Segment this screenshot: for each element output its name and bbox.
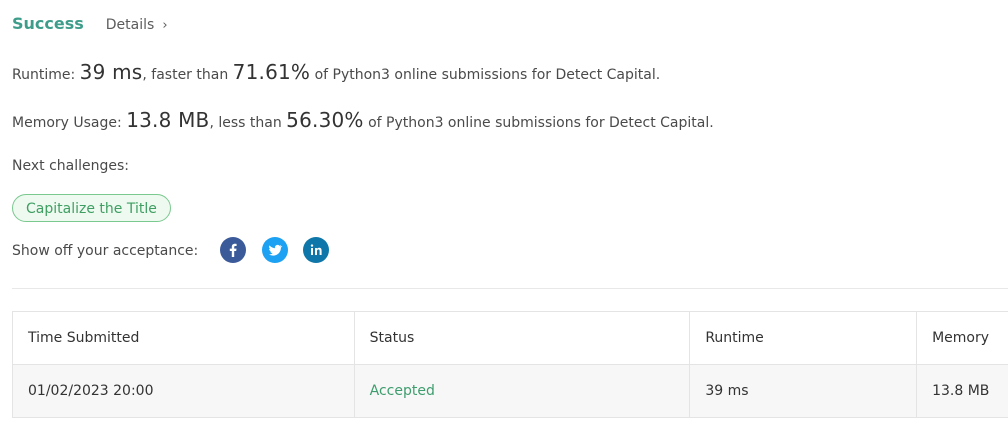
memory-suffix: of Python3 online submissions for Detect… — [368, 115, 714, 131]
runtime-label: Runtime: — [12, 67, 76, 83]
memory-value: 13.8 MB — [126, 108, 210, 132]
table-header-row: Time Submitted Status Runtime Memory — [13, 312, 1008, 365]
twitter-icon[interactable] — [262, 237, 288, 263]
memory-label: Memory Usage: — [12, 115, 122, 131]
cell-status: Accepted — [355, 365, 691, 417]
facebook-icon[interactable] — [220, 237, 246, 263]
runtime-suffix: of Python3 online submissions for Detect… — [314, 67, 661, 83]
cell-time-submitted: 01/02/2023 20:00 — [13, 365, 355, 417]
column-header-memory[interactable]: Memory — [917, 312, 1008, 364]
memory-middle-text: , less than — [209, 115, 282, 131]
runtime-middle-text: , faster than — [142, 67, 229, 83]
details-link[interactable]: Details › — [106, 17, 168, 33]
submission-result-page: Success Details › Runtime: 39 ms, faster … — [0, 0, 1008, 439]
result-header: Success Details › — [12, 14, 168, 33]
chevron-right-icon: › — [162, 18, 168, 33]
challenge-button[interactable]: Capitalize the Title — [12, 194, 171, 222]
runtime-percent: 71.61% — [232, 60, 311, 84]
column-header-time[interactable]: Time Submitted — [13, 312, 355, 364]
runtime-summary: Runtime: 39 ms, faster than 71.61% of Py… — [12, 60, 660, 84]
runtime-value: 39 ms — [79, 60, 143, 84]
divider — [12, 288, 1008, 289]
memory-summary: Memory Usage: 13.8 MB, less than 56.30% … — [12, 108, 714, 132]
cell-memory: 13.8 MB — [932, 383, 990, 399]
memory-percent: 56.30% — [286, 108, 364, 132]
column-header-runtime[interactable]: Runtime — [690, 312, 918, 364]
share-label: Show off your acceptance: — [12, 243, 199, 259]
details-label: Details — [105, 17, 155, 33]
submissions-table: Time Submitted Status Runtime Memory 01/… — [12, 311, 1008, 418]
linkedin-icon[interactable] — [303, 237, 329, 263]
success-status: Success — [12, 14, 84, 33]
cell-runtime: 39 ms — [690, 365, 918, 417]
accepted-link[interactable]: Accepted — [370, 383, 435, 399]
next-challenges-label: Next challenges: — [12, 158, 129, 174]
column-header-status[interactable]: Status — [355, 312, 691, 364]
table-row[interactable]: 01/02/2023 20:00 Accepted 39 ms 13.8 MB — [13, 365, 1008, 417]
